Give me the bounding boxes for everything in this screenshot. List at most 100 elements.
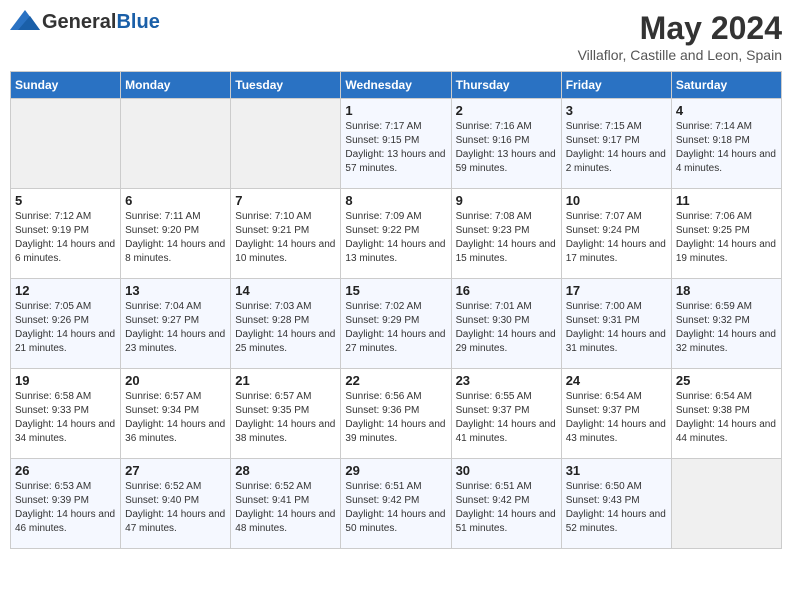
day-cell: 20 Sunrise: 6:57 AM Sunset: 9:34 PM Dayli… [121,369,231,459]
day-number: 11 [676,193,777,208]
day-number: 18 [676,283,777,298]
logo: GeneralBlue [10,10,160,34]
day-info: Sunrise: 7:11 AM Sunset: 9:20 PM Dayligh… [125,210,226,266]
day-number: 27 [125,463,226,478]
day-cell: 28 Sunrise: 6:52 AM Sunset: 9:41 PM Dayli… [231,459,341,549]
day-cell: 18 Sunrise: 6:59 AM Sunset: 9:32 PM Dayli… [671,279,781,369]
day-info: Sunrise: 7:01 AM Sunset: 9:30 PM Dayligh… [456,300,557,356]
day-number: 4 [676,103,777,118]
day-info: Sunrise: 6:57 AM Sunset: 9:35 PM Dayligh… [235,390,336,446]
day-number: 2 [456,103,557,118]
day-info: Sunrise: 6:50 AM Sunset: 9:43 PM Dayligh… [566,480,667,536]
day-info: Sunrise: 6:59 AM Sunset: 9:32 PM Dayligh… [676,300,777,356]
day-info: Sunrise: 7:09 AM Sunset: 9:22 PM Dayligh… [345,210,446,266]
day-cell: 17 Sunrise: 7:00 AM Sunset: 9:31 PM Dayli… [561,279,671,369]
day-info: Sunrise: 6:56 AM Sunset: 9:36 PM Dayligh… [345,390,446,446]
week-row-4: 19Sunrise: 6:58 AM Sunset: 9:33 PM Dayli… [11,369,782,459]
day-info: Sunrise: 7:15 AM Sunset: 9:17 PM Dayligh… [566,120,667,176]
day-info: Sunrise: 6:54 AM Sunset: 9:37 PM Dayligh… [566,390,667,446]
day-cell: 7 Sunrise: 7:10 AM Sunset: 9:21 PM Daylig… [231,189,341,279]
subtitle: Villaflor, Castille and Leon, Spain [578,47,782,63]
logo-text-general: General [42,11,116,33]
day-number: 6 [125,193,226,208]
day-cell: 2Sunrise: 7:16 AM Sunset: 9:16 PM Daylig… [451,99,561,189]
day-info: Sunrise: 6:53 AM Sunset: 9:39 PM Dayligh… [15,480,116,536]
page-header: GeneralBlue May 2024 Villaflor, Castille… [10,10,782,63]
day-cell: 8 Sunrise: 7:09 AM Sunset: 9:22 PM Daylig… [341,189,451,279]
day-info: Sunrise: 7:10 AM Sunset: 9:21 PM Dayligh… [235,210,336,266]
day-number: 25 [676,373,777,388]
day-number: 13 [125,283,226,298]
week-row-5: 26 Sunrise: 6:53 AM Sunset: 9:39 PM Dayli… [11,459,782,549]
day-number: 20 [125,373,226,388]
day-number: 7 [235,193,336,208]
day-cell: 22 Sunrise: 6:56 AM Sunset: 9:36 PM Dayli… [341,369,451,459]
day-cell [231,99,341,189]
main-title: May 2024 [578,10,782,47]
day-info: Sunrise: 6:58 AM Sunset: 9:33 PM Dayligh… [15,390,116,446]
day-cell: 21 Sunrise: 6:57 AM Sunset: 9:35 PM Dayli… [231,369,341,459]
day-number: 17 [566,283,667,298]
calendar-header-row: SundayMondayTuesdayWednesdayThursdayFrid… [11,72,782,99]
header-saturday: Saturday [671,72,781,99]
day-cell: 16 Sunrise: 7:01 AM Sunset: 9:30 PM Dayli… [451,279,561,369]
header-sunday: Sunday [11,72,121,99]
day-cell: 5 Sunrise: 7:12 AM Sunset: 9:19 PM Daylig… [11,189,121,279]
day-info: Sunrise: 7:17 AM Sunset: 9:15 PM Dayligh… [345,120,446,176]
week-row-2: 5 Sunrise: 7:12 AM Sunset: 9:19 PM Daylig… [11,189,782,279]
day-number: 16 [456,283,557,298]
day-cell: 6 Sunrise: 7:11 AM Sunset: 9:20 PM Daylig… [121,189,231,279]
header-friday: Friday [561,72,671,99]
day-cell: 25Sunrise: 6:54 AM Sunset: 9:38 PM Dayli… [671,369,781,459]
day-info: Sunrise: 6:57 AM Sunset: 9:34 PM Dayligh… [125,390,226,446]
day-cell: 27 Sunrise: 6:52 AM Sunset: 9:40 PM Dayli… [121,459,231,549]
day-number: 8 [345,193,446,208]
day-cell: 30Sunrise: 6:51 AM Sunset: 9:42 PM Dayli… [451,459,561,549]
day-cell: 1 Sunrise: 7:17 AM Sunset: 9:15 PM Daylig… [341,99,451,189]
day-number: 1 [345,103,446,118]
logo-icon [10,10,40,34]
day-info: Sunrise: 7:08 AM Sunset: 9:23 PM Dayligh… [456,210,557,266]
day-number: 14 [235,283,336,298]
day-number: 5 [15,193,116,208]
title-block: May 2024 Villaflor, Castille and Leon, S… [578,10,782,63]
day-info: Sunrise: 7:12 AM Sunset: 9:19 PM Dayligh… [15,210,116,266]
day-cell: 29 Sunrise: 6:51 AM Sunset: 9:42 PM Dayli… [341,459,451,549]
day-cell: 12 Sunrise: 7:05 AM Sunset: 9:26 PM Dayli… [11,279,121,369]
day-info: Sunrise: 6:51 AM Sunset: 9:42 PM Dayligh… [345,480,446,536]
day-number: 24 [566,373,667,388]
day-cell: 26 Sunrise: 6:53 AM Sunset: 9:39 PM Dayli… [11,459,121,549]
day-cell [11,99,121,189]
day-cell: 11 Sunrise: 7:06 AM Sunset: 9:25 PM Dayli… [671,189,781,279]
day-number: 22 [345,373,446,388]
day-cell: 31 Sunrise: 6:50 AM Sunset: 9:43 PM Dayli… [561,459,671,549]
day-number: 21 [235,373,336,388]
day-number: 29 [345,463,446,478]
day-info: Sunrise: 7:00 AM Sunset: 9:31 PM Dayligh… [566,300,667,356]
day-number: 28 [235,463,336,478]
week-row-1: 1 Sunrise: 7:17 AM Sunset: 9:15 PM Daylig… [11,99,782,189]
day-info: Sunrise: 7:06 AM Sunset: 9:25 PM Dayligh… [676,210,777,266]
logo-text-blue: Blue [116,11,159,33]
day-info: Sunrise: 7:14 AM Sunset: 9:18 PM Dayligh… [676,120,777,176]
header-tuesday: Tuesday [231,72,341,99]
day-number: 3 [566,103,667,118]
week-row-3: 12 Sunrise: 7:05 AM Sunset: 9:26 PM Dayli… [11,279,782,369]
day-number: 9 [456,193,557,208]
day-cell: 3 Sunrise: 7:15 AM Sunset: 9:17 PM Daylig… [561,99,671,189]
day-cell [671,459,781,549]
day-cell: 10Sunrise: 7:07 AM Sunset: 9:24 PM Dayli… [561,189,671,279]
day-number: 26 [15,463,116,478]
header-wednesday: Wednesday [341,72,451,99]
day-number: 12 [15,283,116,298]
day-cell: 14Sunrise: 7:03 AM Sunset: 9:28 PM Dayli… [231,279,341,369]
day-number: 31 [566,463,667,478]
calendar-table: SundayMondayTuesdayWednesdayThursdayFrid… [10,71,782,549]
day-info: Sunrise: 7:05 AM Sunset: 9:26 PM Dayligh… [15,300,116,356]
header-thursday: Thursday [451,72,561,99]
day-info: Sunrise: 6:52 AM Sunset: 9:40 PM Dayligh… [125,480,226,536]
day-cell: 19Sunrise: 6:58 AM Sunset: 9:33 PM Dayli… [11,369,121,459]
day-info: Sunrise: 6:52 AM Sunset: 9:41 PM Dayligh… [235,480,336,536]
day-number: 15 [345,283,446,298]
day-cell: 15Sunrise: 7:02 AM Sunset: 9:29 PM Dayli… [341,279,451,369]
